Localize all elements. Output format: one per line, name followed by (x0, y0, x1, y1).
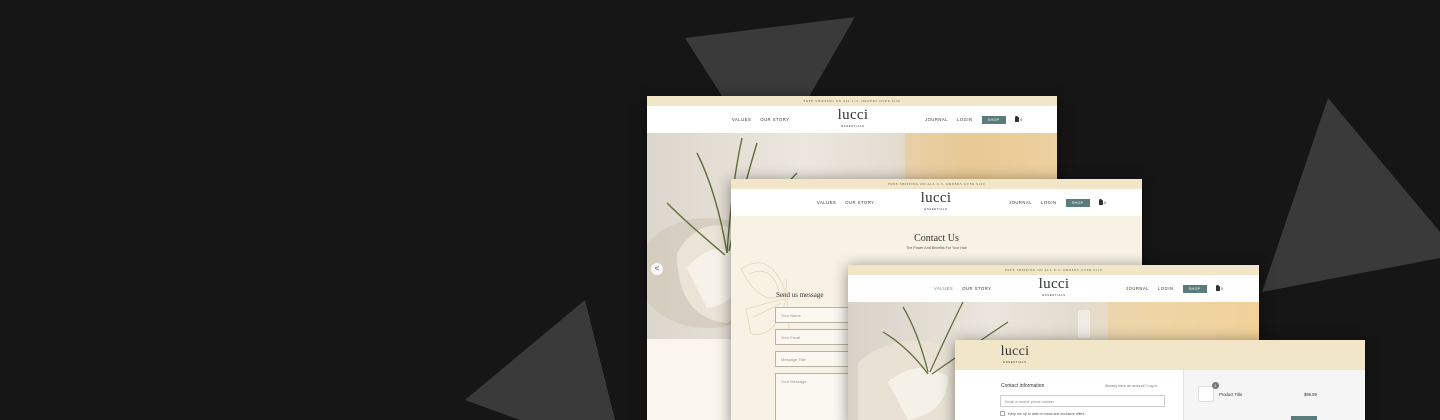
triangle-right (1262, 98, 1440, 292)
site-nav: VALUES OUR STORY lucci ESSENTIALS JOURNA… (848, 275, 1259, 302)
nav-values[interactable]: VALUES (817, 200, 836, 205)
order-summary: 1 Product Title $99.99 (1183, 370, 1365, 420)
offers-checkbox[interactable] (1000, 411, 1005, 416)
cart-count: 0 (1104, 200, 1107, 205)
logo-wordmark: lucci (837, 107, 869, 123)
logo-wordmark: lucci (920, 190, 952, 206)
checkout-header: lucci ESSENTIALS (955, 340, 1365, 370)
nav-journal[interactable]: JOURNAL (1009, 200, 1032, 205)
apply-button[interactable] (1291, 416, 1317, 420)
promo-bar: FREE SHIPPING ON ALL U.S. ORDERS OVER $1… (848, 265, 1259, 275)
cart-button[interactable]: 0 (1098, 198, 1107, 205)
logo-subtitle: ESSENTIALS (1042, 293, 1066, 297)
triangle-bottom-left (465, 300, 615, 420)
chevron-left-icon: < (654, 264, 660, 273)
checkout-screenshot: lucci ESSENTIALS Contact information Alr… (955, 340, 1365, 420)
logo-subtitle: ESSENTIALS (841, 124, 865, 128)
shop-button[interactable]: SHOP (981, 115, 1006, 124)
contact-page-title: Contact Us (914, 233, 959, 244)
contact-information-title: Contact information (1001, 383, 1045, 389)
nav-our-story[interactable]: OUR STORY (760, 117, 789, 122)
site-logo[interactable]: lucci ESSENTIALS (918, 190, 954, 212)
nav-our-story[interactable]: OUR STORY (962, 286, 991, 291)
cart-count: 0 (1020, 117, 1023, 122)
carousel-prev-button[interactable]: < (651, 263, 663, 275)
cart-button[interactable]: 0 (1215, 284, 1224, 291)
nav-values[interactable]: VALUES (732, 117, 751, 122)
product-thumbnail (1198, 386, 1214, 402)
nav-our-story[interactable]: OUR STORY (845, 200, 874, 205)
cart-button[interactable]: 0 (1014, 115, 1023, 122)
checkout-form: Contact information Already have an acco… (955, 370, 1183, 420)
site-nav: VALUES OUR STORY lucci ESSENTIALS JOURNA… (731, 189, 1142, 216)
site-logo[interactable]: lucci ESSENTIALS (997, 344, 1033, 365)
contact-email-field[interactable]: Your Email (775, 329, 855, 345)
product-price: $99.99 (1304, 392, 1317, 397)
site-nav: VALUES OUR STORY lucci ESSENTIALS JOURNA… (647, 106, 1057, 133)
logo-wordmark: lucci (1000, 344, 1030, 359)
cart-count: 0 (1221, 286, 1224, 291)
login-link[interactable]: Already have an account? Log in (1105, 384, 1157, 388)
shop-button[interactable]: SHOP (1182, 284, 1207, 293)
contact-form-title: Send us message (776, 291, 824, 299)
offers-checkbox-label: Keep me up to date on news and exclusive… (1008, 411, 1085, 416)
shopping-bag-icon (1098, 198, 1103, 205)
contact-page-subtitle: The Power And Benefits For Your Hair (906, 246, 967, 250)
nav-journal[interactable]: JOURNAL (925, 117, 948, 122)
nav-login[interactable]: LOGIN (1158, 286, 1174, 291)
shopping-bag-icon (1215, 284, 1220, 291)
product-title: Product Title (1219, 392, 1243, 397)
shopping-bag-icon (1014, 115, 1019, 122)
email-phone-input[interactable]: Email or mobile phone number (1000, 395, 1165, 407)
site-logo[interactable]: lucci ESSENTIALS (1036, 276, 1072, 298)
nav-values[interactable]: VALUES (934, 286, 953, 291)
contact-message-field[interactable]: Your Message (775, 373, 855, 420)
promo-bar: FREE SHIPPING ON ALL U.S. ORDERS OVER $1… (647, 96, 1057, 106)
offers-checkbox-row[interactable]: Keep me up to date on news and exclusive… (1000, 411, 1084, 416)
nav-login[interactable]: LOGIN (957, 117, 973, 122)
logo-subtitle: ESSENTIALS (924, 207, 948, 211)
shop-button[interactable]: SHOP (1065, 198, 1090, 207)
logo-subtitle: ESSENTIALS (1003, 360, 1027, 364)
site-logo[interactable]: lucci ESSENTIALS (835, 107, 871, 129)
product-quantity-badge: 1 (1212, 382, 1219, 389)
nav-journal[interactable]: JOURNAL (1126, 286, 1149, 291)
contact-name-field[interactable]: Your Name (775, 307, 855, 323)
logo-wordmark: lucci (1038, 276, 1070, 292)
promo-bar: FREE SHIPPING ON ALL U.S. ORDERS OVER $1… (731, 179, 1142, 189)
contact-message-title-field[interactable]: Message Title (775, 351, 855, 367)
nav-login[interactable]: LOGIN (1041, 200, 1057, 205)
